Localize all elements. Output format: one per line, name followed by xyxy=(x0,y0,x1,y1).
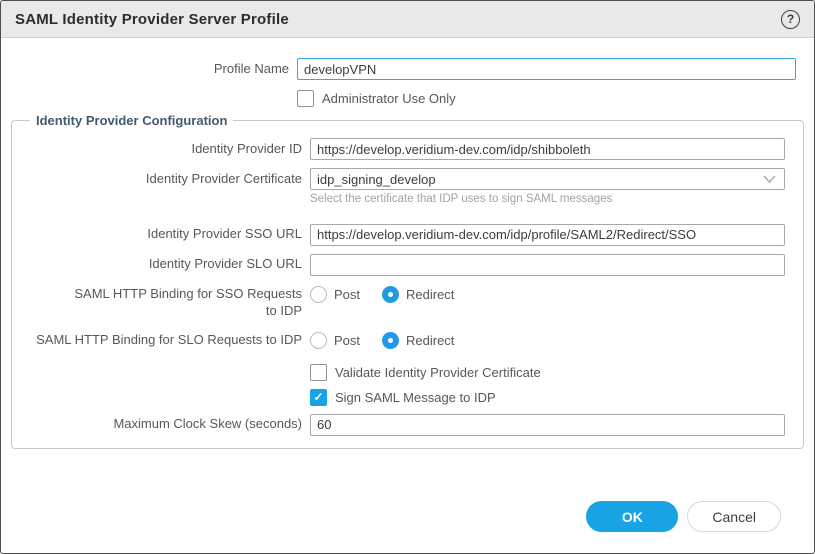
idp-certificate-select[interactable]: idp_signing_develop xyxy=(310,168,785,190)
sso-binding-options: Post Redirect xyxy=(310,286,454,303)
sso-binding-label: SAML HTTP Binding for SSO Requests to ID… xyxy=(22,286,310,320)
chevron-down-icon xyxy=(763,175,776,184)
dialog-titlebar: SAML Identity Provider Server Profile ? xyxy=(1,1,814,38)
slo-binding-option-redirect[interactable]: Redirect xyxy=(382,332,454,349)
radio-selected-icon[interactable] xyxy=(382,286,399,303)
idp-certificate-help-text: Select the certificate that IDP uses to … xyxy=(310,193,785,207)
idp-certificate-value: idp_signing_develop xyxy=(317,172,436,187)
sso-url-input[interactable] xyxy=(310,224,785,246)
sso-binding-option-redirect[interactable]: Redirect xyxy=(382,286,454,303)
admin-only-row: Administrator Use Only xyxy=(13,90,796,107)
cancel-button[interactable]: Cancel xyxy=(687,501,781,532)
identity-provider-configuration-legend: Identity Provider Configuration xyxy=(30,113,233,128)
slo-binding-redirect-label: Redirect xyxy=(406,333,454,348)
sso-binding-redirect-label: Redirect xyxy=(406,287,454,302)
clock-skew-row: Maximum Clock Skew (seconds) xyxy=(22,414,785,436)
slo-url-input[interactable] xyxy=(310,254,785,276)
profile-name-row: Profile Name xyxy=(13,58,796,80)
idp-id-label: Identity Provider ID xyxy=(22,141,310,158)
validate-cert-label: Validate Identity Provider Certificate xyxy=(335,365,541,380)
saml-idp-server-profile-dialog: SAML Identity Provider Server Profile ? … xyxy=(0,0,815,554)
radio-unselected-icon[interactable] xyxy=(310,286,327,303)
slo-binding-row: SAML HTTP Binding for SLO Requests to ID… xyxy=(22,332,785,349)
sso-url-row: Identity Provider SSO URL xyxy=(22,224,785,246)
help-icon[interactable]: ? xyxy=(781,10,800,29)
sso-binding-option-post[interactable]: Post xyxy=(310,286,360,303)
slo-binding-post-label: Post xyxy=(334,333,360,348)
validate-cert-checkbox[interactable] xyxy=(310,364,327,381)
slo-binding-options: Post Redirect xyxy=(310,332,454,349)
sso-binding-post-label: Post xyxy=(334,287,360,302)
clock-skew-input[interactable] xyxy=(310,414,785,436)
clock-skew-label: Maximum Clock Skew (seconds) xyxy=(22,416,310,433)
dialog-body: Profile Name Administrator Use Only Iden… xyxy=(1,38,814,553)
idp-certificate-label: Identity Provider Certificate xyxy=(22,171,310,188)
admin-only-checkbox[interactable] xyxy=(297,90,314,107)
sso-binding-row: SAML HTTP Binding for SSO Requests to ID… xyxy=(22,286,785,320)
radio-unselected-icon[interactable] xyxy=(310,332,327,349)
sso-url-label: Identity Provider SSO URL xyxy=(22,226,310,243)
profile-name-input[interactable] xyxy=(297,58,796,80)
sign-saml-checkbox[interactable]: ✓ xyxy=(310,389,327,406)
slo-url-label: Identity Provider SLO URL xyxy=(22,256,310,273)
ok-button[interactable]: OK xyxy=(586,501,678,532)
sign-saml-row: ✓ Sign SAML Message to IDP xyxy=(22,389,785,406)
admin-only-label: Administrator Use Only xyxy=(322,91,456,106)
idp-id-input[interactable] xyxy=(310,138,785,160)
idp-certificate-help-row: Select the certificate that IDP uses to … xyxy=(22,193,785,207)
validate-cert-row: Validate Identity Provider Certificate xyxy=(22,364,785,381)
identity-provider-configuration-group: Identity Provider Configuration Identity… xyxy=(11,113,804,449)
dialog-footer: OK Cancel xyxy=(13,501,796,553)
profile-name-label: Profile Name xyxy=(13,61,297,78)
slo-url-row: Identity Provider SLO URL xyxy=(22,254,785,276)
idp-id-row: Identity Provider ID xyxy=(22,138,785,160)
slo-binding-option-post[interactable]: Post xyxy=(310,332,360,349)
radio-selected-icon[interactable] xyxy=(382,332,399,349)
slo-binding-label: SAML HTTP Binding for SLO Requests to ID… xyxy=(22,332,310,349)
dialog-title: SAML Identity Provider Server Profile xyxy=(15,11,289,28)
sign-saml-label: Sign SAML Message to IDP xyxy=(335,390,496,405)
idp-certificate-row: Identity Provider Certificate idp_signin… xyxy=(22,168,785,190)
